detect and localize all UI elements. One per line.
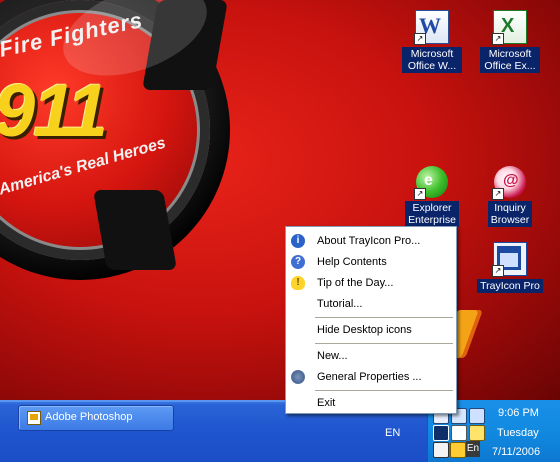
menu-item-tutorial[interactable]: Tutorial... [286, 294, 456, 314]
word-icon: W ↗ [414, 10, 449, 45]
desktop-wallpaper: Fire Fighters 911 America's Real Heroes [0, 0, 560, 400]
trayicon-context-menu: i About TrayIcon Pro... ? Help Contents … [285, 226, 457, 414]
clock-time[interactable]: 9:06 PM [498, 407, 539, 419]
desktop-icon-label: Microsoft Office Ex... [480, 47, 540, 73]
explorer-enterprise-icon: e ↗ [414, 166, 448, 200]
desktop-icon-label: TrayIcon Pro [477, 279, 543, 293]
menu-item-exit[interactable]: Exit [286, 393, 456, 413]
monitor-icon[interactable] [469, 408, 485, 424]
menu-item-new[interactable]: New... [286, 346, 456, 366]
excel-icon: X ↗ [492, 10, 527, 45]
menu-item-label: Help Contents [317, 256, 387, 268]
menu-separator [315, 317, 453, 318]
gear-icon [291, 370, 305, 384]
help-icon: ? [291, 255, 305, 269]
desktop-icon-label: Explorer Enterprise [405, 201, 459, 227]
menu-item-label: Tutorial... [317, 298, 363, 310]
input-language-badge[interactable]: En [466, 441, 480, 457]
desktop-icon-inquiry-browser[interactable]: @ ↗ Inquiry Browser [477, 166, 543, 227]
desktop-icon-word[interactable]: W ↗ Microsoft Office W... [399, 10, 465, 73]
wallpaper-text-911: 911 [0, 69, 108, 152]
language-indicator[interactable]: EN [385, 427, 400, 439]
menu-separator [315, 390, 453, 391]
desktop-icon-explorer-enterprise[interactable]: e ↗ Explorer Enterprise [399, 166, 465, 227]
menu-item-tip-of-the-day[interactable]: ! Tip of the Day... [286, 273, 456, 293]
label-line: Enterprise [408, 214, 456, 226]
shortcut-arrow-icon: ↗ [492, 265, 504, 277]
inquiry-browser-icon: @ ↗ [492, 166, 526, 200]
clock-day[interactable]: Tuesday [497, 427, 539, 439]
emblem-cross-bottom [92, 190, 178, 270]
menu-item-label: Hide Desktop icons [317, 324, 412, 336]
speaker-icon[interactable] [433, 425, 449, 441]
lightbulb-icon: ! [291, 276, 305, 290]
usb-icon[interactable] [433, 442, 449, 458]
clock-date[interactable]: 7/11/2006 [492, 446, 540, 458]
photoshop-icon [27, 411, 41, 425]
trayicon-pro-icon: ↗ [492, 242, 527, 277]
alert-icon[interactable] [450, 442, 466, 458]
info-icon: i [291, 234, 305, 248]
menu-separator [315, 343, 453, 344]
shortcut-arrow-icon: ↗ [492, 188, 504, 200]
menu-item-label: Tip of the Day... [317, 277, 394, 289]
menu-item-label: About TrayIcon Pro... [317, 235, 421, 247]
label-line: Browser [490, 214, 530, 226]
desktop-icon-label: Microsoft Office W... [402, 47, 462, 73]
taskbar-button-label: Adobe Photoshop [45, 411, 133, 423]
label-line: Explorer [412, 202, 452, 214]
desktop-icon-label: Inquiry Browser [487, 201, 533, 227]
trayicon-pro-tray-icon[interactable] [469, 425, 485, 441]
shortcut-arrow-icon: ↗ [414, 33, 426, 45]
menu-item-label: General Properties ... [317, 371, 422, 383]
menu-item-label: New... [317, 350, 348, 362]
taskbar-button-adobe-photoshop[interactable]: Adobe Photoshop [18, 405, 174, 431]
menu-item-about[interactable]: i About TrayIcon Pro... [286, 231, 456, 251]
label-line: Inquiry [494, 202, 526, 214]
menu-item-hide-desktop-icons[interactable]: Hide Desktop icons [286, 320, 456, 340]
menu-item-label: Exit [317, 397, 336, 409]
menu-item-help-contents[interactable]: ? Help Contents [286, 252, 456, 272]
shortcut-arrow-icon: ↗ [492, 33, 504, 45]
desktop-icon-trayicon-pro[interactable]: ↗ TrayIcon Pro [477, 242, 543, 293]
security-icon[interactable] [451, 425, 467, 441]
shortcut-arrow-icon: ↗ [414, 188, 426, 200]
menu-item-general-properties[interactable]: General Properties ... [286, 367, 456, 387]
desktop-icon-excel[interactable]: X ↗ Microsoft Office Ex... [477, 10, 543, 73]
